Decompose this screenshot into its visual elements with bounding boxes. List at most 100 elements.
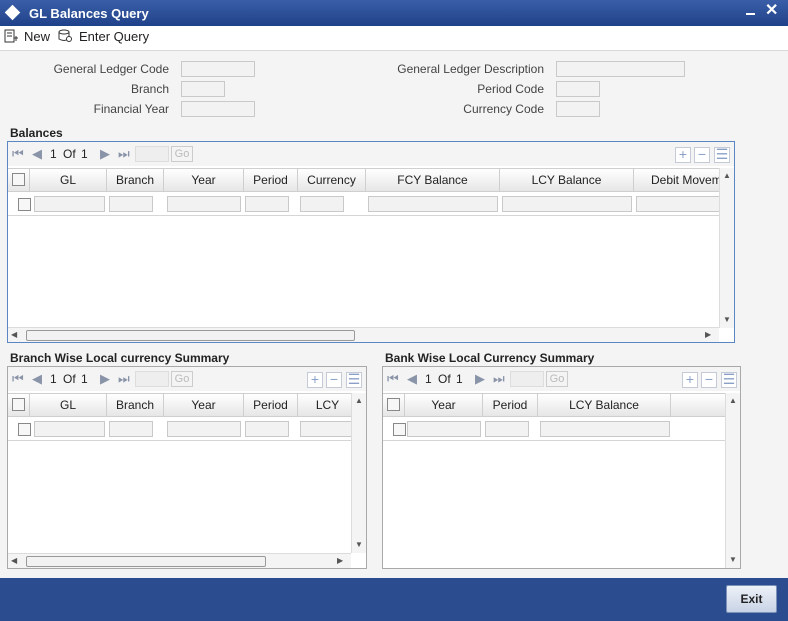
table-row: [383, 417, 725, 441]
currency-code-field[interactable]: [556, 101, 600, 117]
branch-field[interactable]: [181, 81, 225, 97]
last-page-icon[interactable]: ⏭: [493, 371, 505, 387]
lcy-balance-cell-input[interactable]: [540, 421, 670, 437]
gl-code-field[interactable]: [181, 61, 255, 77]
add-row-icon[interactable]: +: [675, 147, 691, 163]
single-view-icon[interactable]: ☰: [346, 372, 362, 388]
delete-row-icon[interactable]: −: [694, 147, 710, 163]
bank-vertical-scrollbar[interactable]: ▲ ▼: [725, 393, 740, 568]
first-page-icon[interactable]: ⏮: [12, 146, 24, 162]
last-page-icon[interactable]: ⏭: [118, 371, 130, 387]
current-page: 1: [425, 372, 432, 386]
col-lcy-balance[interactable]: LCY Balance: [500, 169, 634, 191]
period-cell-input[interactable]: [245, 421, 289, 437]
col-year[interactable]: Year: [164, 169, 244, 191]
col-period[interactable]: Period: [244, 394, 298, 416]
prev-page-icon[interactable]: ◀: [32, 371, 42, 387]
col-gl[interactable]: GL: [30, 394, 107, 416]
next-page-icon[interactable]: ▶: [100, 146, 110, 162]
fcy-balance-cell-input[interactable]: [368, 196, 498, 212]
scroll-up-icon[interactable]: ▲: [355, 396, 363, 406]
balances-horizontal-scrollbar[interactable]: ◀ ▶: [8, 327, 719, 342]
year-cell-input[interactable]: [167, 421, 241, 437]
col-lcy-balance[interactable]: LCY Balance: [538, 394, 671, 416]
scroll-up-icon[interactable]: ▲: [729, 396, 737, 406]
scroll-down-icon[interactable]: ▼: [723, 315, 731, 325]
currency-cell-input[interactable]: [300, 196, 344, 212]
col-debit-movement[interactable]: Debit Movem: [634, 169, 719, 191]
close-icon[interactable]: ✕: [765, 2, 778, 20]
go-button[interactable]: Go: [171, 371, 193, 387]
select-all-checkbox[interactable]: [387, 398, 400, 411]
delete-row-icon[interactable]: −: [701, 372, 717, 388]
table-row: [8, 417, 351, 441]
lcy-cell-input[interactable]: [300, 421, 351, 437]
col-lcy[interactable]: LCY: [298, 394, 351, 416]
select-all-checkbox[interactable]: [12, 398, 25, 411]
scroll-left-icon[interactable]: ◀: [11, 330, 17, 340]
exit-button[interactable]: Exit: [726, 585, 777, 613]
row-checkbox[interactable]: [393, 423, 406, 436]
branch-vertical-scrollbar[interactable]: ▲ ▼: [351, 393, 366, 553]
single-view-icon[interactable]: ☰: [714, 147, 730, 163]
year-cell-input[interactable]: [407, 421, 481, 437]
gl-description-field[interactable]: [556, 61, 685, 77]
go-button[interactable]: Go: [171, 146, 193, 162]
col-period[interactable]: Period: [244, 169, 298, 191]
period-cell-input[interactable]: [485, 421, 529, 437]
page-number-input[interactable]: [135, 146, 169, 162]
page-number-input[interactable]: [510, 371, 544, 387]
gl-cell-input[interactable]: [34, 196, 105, 212]
financial-year-field[interactable]: [181, 101, 255, 117]
scroll-right-icon[interactable]: ▶: [337, 556, 343, 566]
branch-horizontal-scrollbar[interactable]: ◀ ▶: [8, 553, 351, 568]
minimize-icon[interactable]: [746, 13, 755, 15]
footer-bar: [0, 578, 788, 621]
col-currency[interactable]: Currency: [298, 169, 366, 191]
period-cell-input[interactable]: [245, 196, 289, 212]
single-view-icon[interactable]: ☰: [721, 372, 737, 388]
branch-cell-input[interactable]: [109, 421, 153, 437]
page-number-input[interactable]: [135, 371, 169, 387]
enter-query-button[interactable]: Enter Query: [58, 28, 149, 46]
col-period[interactable]: Period: [483, 394, 538, 416]
scroll-right-icon[interactable]: ▶: [705, 330, 711, 340]
next-page-icon[interactable]: ▶: [475, 371, 485, 387]
select-all-checkbox[interactable]: [12, 173, 25, 186]
col-branch[interactable]: Branch: [107, 394, 164, 416]
first-page-icon[interactable]: ⏮: [12, 371, 24, 387]
scroll-left-icon[interactable]: ◀: [11, 556, 17, 566]
go-button[interactable]: Go: [546, 371, 568, 387]
col-fcy-balance[interactable]: FCY Balance: [366, 169, 500, 191]
lcy-balance-cell-input[interactable]: [502, 196, 632, 212]
horizontal-scroll-thumb[interactable]: [26, 330, 355, 341]
branch-cell-input[interactable]: [109, 196, 153, 212]
toolbar: New Enter Query: [0, 26, 788, 50]
next-page-icon[interactable]: ▶: [100, 371, 110, 387]
year-cell-input[interactable]: [167, 196, 241, 212]
balances-vertical-scrollbar[interactable]: ▲ ▼: [719, 168, 734, 328]
row-checkbox[interactable]: [18, 198, 31, 211]
col-gl[interactable]: GL: [30, 169, 107, 191]
add-row-icon[interactable]: +: [682, 372, 698, 388]
scroll-up-icon[interactable]: ▲: [723, 171, 731, 181]
prev-page-icon[interactable]: ◀: [32, 146, 42, 162]
new-button[interactable]: New: [4, 28, 52, 46]
horizontal-scroll-thumb[interactable]: [26, 556, 266, 567]
period-code-field[interactable]: [556, 81, 600, 97]
of-label: Of: [63, 372, 76, 386]
col-year[interactable]: Year: [405, 394, 483, 416]
scroll-down-icon[interactable]: ▼: [729, 555, 737, 565]
add-row-icon[interactable]: +: [307, 372, 323, 388]
scroll-down-icon[interactable]: ▼: [355, 540, 363, 550]
branch-header: GL Branch Year Period LCY: [8, 393, 351, 417]
debit-movement-cell-input[interactable]: [636, 196, 719, 212]
col-branch[interactable]: Branch: [107, 169, 164, 191]
delete-row-icon[interactable]: −: [326, 372, 342, 388]
last-page-icon[interactable]: ⏭: [118, 146, 130, 162]
col-year[interactable]: Year: [164, 394, 244, 416]
row-checkbox[interactable]: [18, 423, 31, 436]
first-page-icon[interactable]: ⏮: [387, 371, 399, 387]
prev-page-icon[interactable]: ◀: [407, 371, 417, 387]
gl-cell-input[interactable]: [34, 421, 105, 437]
